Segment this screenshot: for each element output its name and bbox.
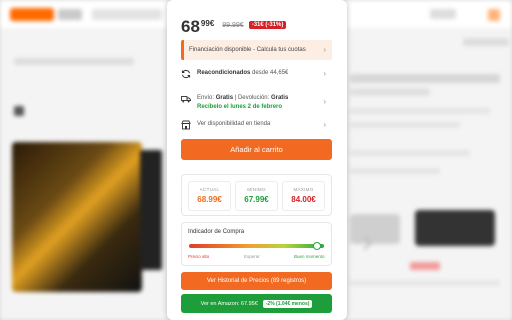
stat-value: 84.00€ [291,195,316,204]
store-availability-label: Ver disponibilidad en tienda [197,121,271,127]
related-product-price [410,262,440,270]
chevron-right-icon: › [323,45,326,54]
refurbished-price: desde 44,65€ [250,70,289,76]
store-subheader [463,38,509,46]
price-row: 68 99€ 99.99€ -31€ (-31%) [181,17,287,36]
returns-label: Devolución: [237,95,271,101]
related-product-image [415,210,495,246]
chevron-right-icon: › [323,97,326,106]
financing-banner[interactable]: Financiación disponible - Calcula tus cu… [181,40,332,60]
stat-value: 68.99€ [197,195,222,204]
amazon-label: Ver en Amazon: 67.95€ [200,300,258,307]
shipping-label: Envío: [197,95,216,101]
original-price: 99.99€ [222,22,244,29]
financing-text: Financiación disponible - Calcula tus cu… [189,47,306,53]
product-title [350,74,500,83]
delivery-date: Recíbelo el lunes 2 de febrero [197,104,283,110]
store-availability-row[interactable]: Ver disponibilidad en tienda › [181,120,332,130]
amazon-discount-badge: -2% (1.04€ menos) [262,299,313,308]
related-product-line [350,280,500,286]
returns-value: Gratis [270,95,289,101]
current-price-cents: 99€ [200,19,215,28]
store-icon [181,120,191,130]
store-breadcrumb [14,58,134,65]
truck-icon [181,96,191,103]
chevron-right-icon: › [323,69,326,78]
shipping-row[interactable]: Envío: Gratis | Devolución: Gratis Recíb… [181,94,332,112]
product-image [12,142,142,292]
stat-label: MÍNIMO [247,187,266,192]
product-desc-line [350,168,440,174]
product-desc-line [350,108,490,114]
product-desc-line [350,150,470,156]
discount-badge: -31€ (-31%) [248,21,287,29]
indicator-knob [313,242,322,250]
add-to-cart-button[interactable]: Añadir al carrito [181,139,332,160]
stat-maximum: MÁXIMO 84.00€ [282,181,325,211]
price-tracker-card: 68 99€ 99.99€ -31€ (-31%) Financiación d… [167,0,347,320]
indicator-gauge [189,242,324,250]
store-search-bar [92,9,162,20]
amazon-button[interactable]: Ver en Amazon: 67.95€ -2% (1.04€ menos) [181,294,332,313]
store-logo-text [58,9,82,20]
indicator-title: Indicador de Compra [188,229,245,235]
indicator-label-wait: Esperar [244,254,260,259]
product-image-side [140,150,162,270]
purchase-indicator: Indicador de Compra Precio alto Esperar … [181,222,332,266]
refurbished-label: Reacondicionados [197,70,251,76]
stat-label: MÁXIMO [293,187,314,192]
stat-current: ACTUAL 68.99€ [188,181,231,211]
store-account-link [430,9,456,19]
product-desc-line [350,122,460,128]
store-small-icon [14,106,24,116]
indicator-label-good: Buen momento [294,254,325,259]
indicator-label-high: Precio alto [188,254,210,259]
current-price: 68 [181,17,200,36]
product-subtitle [350,88,430,96]
shipping-value: Gratis [215,95,234,101]
stat-label: ACTUAL [199,187,220,192]
price-stats-box: ACTUAL 68.99€ MÍNIMO 67.99€ MÁXIMO 84.00… [181,174,332,216]
chevron-right-icon: › [323,120,326,129]
refurbished-row[interactable]: Reacondicionados desde 44,65€ › [181,69,332,79]
refresh-icon [181,69,191,79]
stat-minimum: MÍNIMO 67.99€ [235,181,278,211]
related-product-image [350,214,400,244]
store-cart-icon [488,9,500,21]
price-history-button[interactable]: Ver Historial de Precios (89 registros) [181,272,332,290]
store-logo [10,8,54,21]
stat-value: 67.99€ [244,195,269,204]
